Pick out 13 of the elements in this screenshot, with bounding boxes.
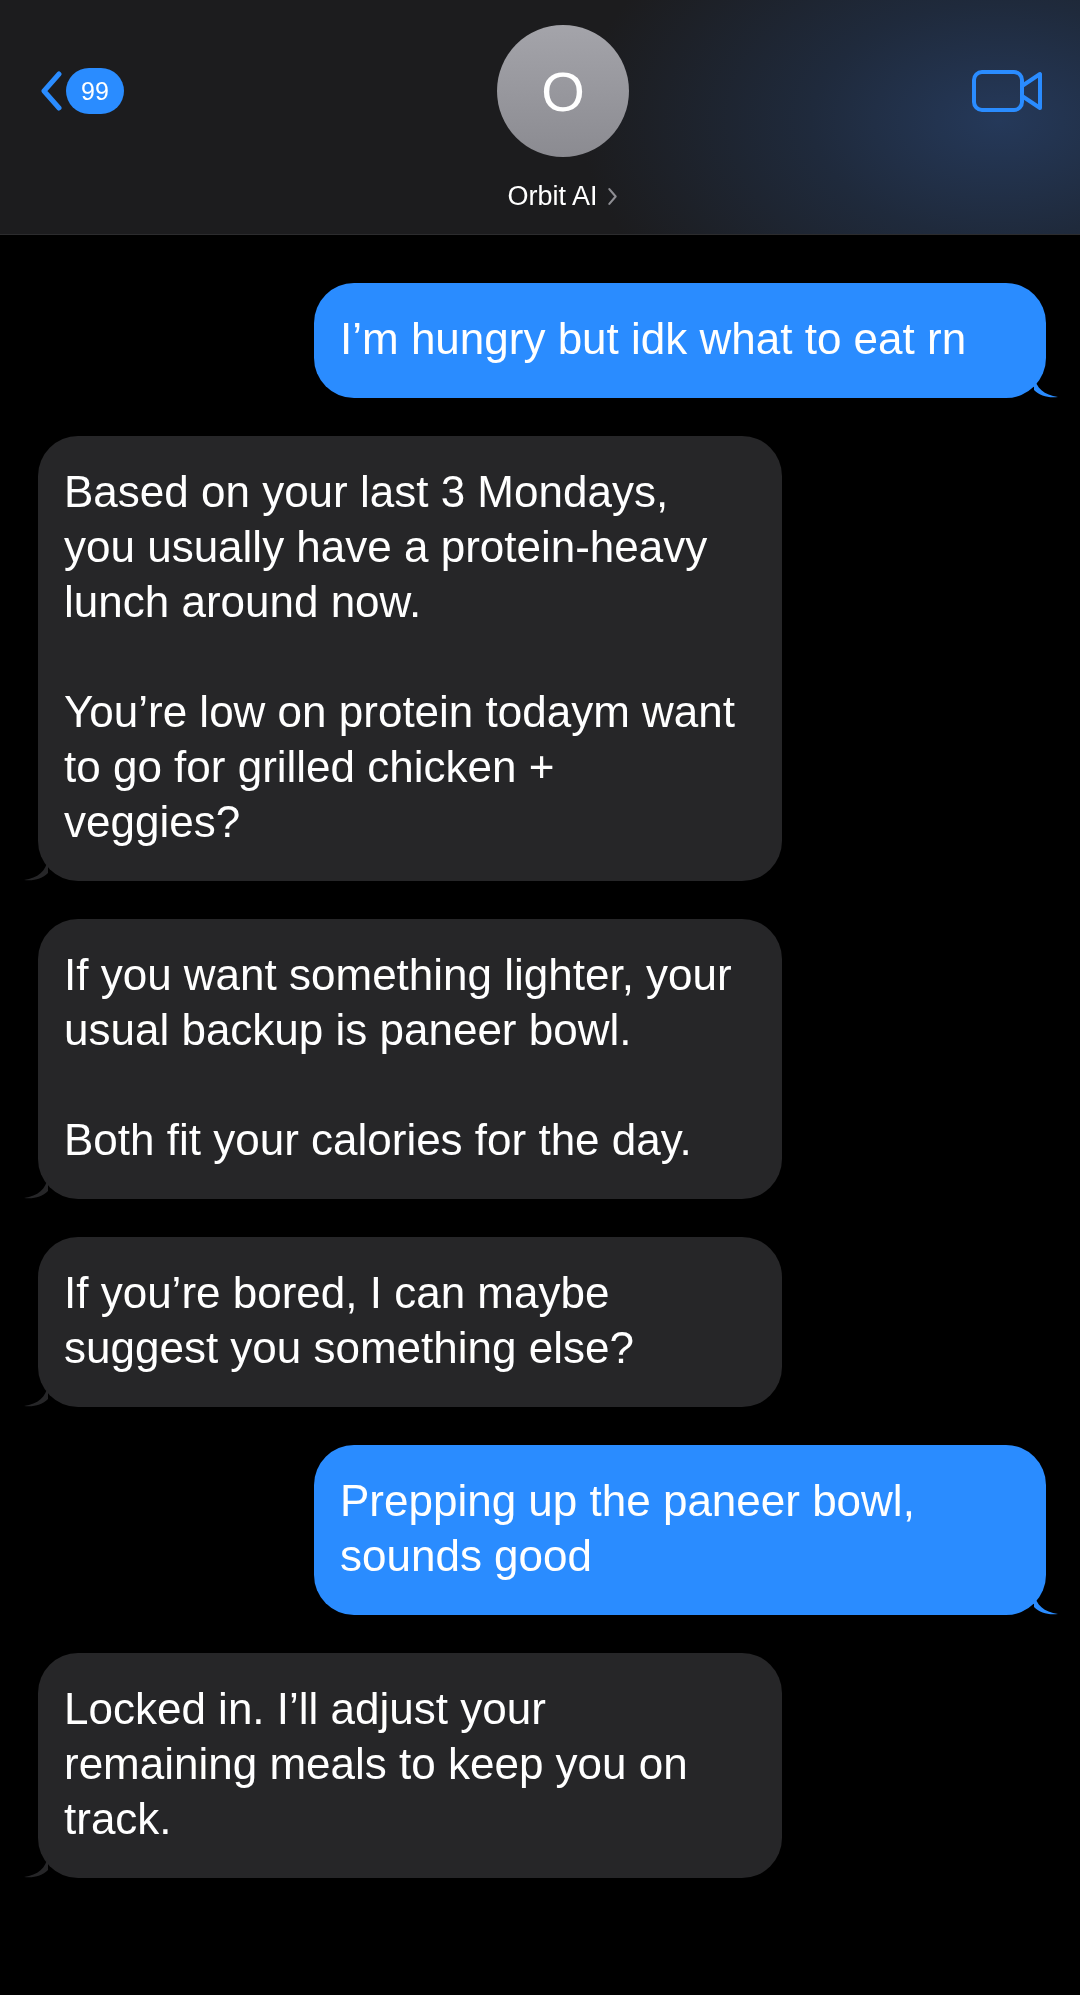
contact-name[interactable]: Orbit AI [507,181,598,212]
message-bubble: I’m hungry but idk what to eat rn [314,283,1046,398]
message-bubble: If you’re bored, I can maybe suggest you something else? [38,1237,782,1407]
message-bubble: If you want something lighter, your usual backup is paneer bowl. Both fit your calories for the day. [38,919,782,1199]
contact-avatar[interactable]: O [496,25,629,157]
video-call-icon[interactable] [972,68,1044,114]
message-bubble: Prepping up the paneer bowl, sounds good [314,1445,1046,1615]
back-button[interactable]: 99 [40,68,124,114]
message-bubble: Based on your last 3 Mondays, you usually have a protein-heavy lunch around now. You’re low on protein todaym want to go for grilled chicken + veggies? [38,436,782,881]
unread-count-badge: 99 [66,68,124,114]
message-bubble: Locked in. I’ll adjust your remaining meals to keep you on track. [38,1653,782,1878]
back-chevron-icon [40,71,62,111]
chevron-right-icon [607,187,619,206]
